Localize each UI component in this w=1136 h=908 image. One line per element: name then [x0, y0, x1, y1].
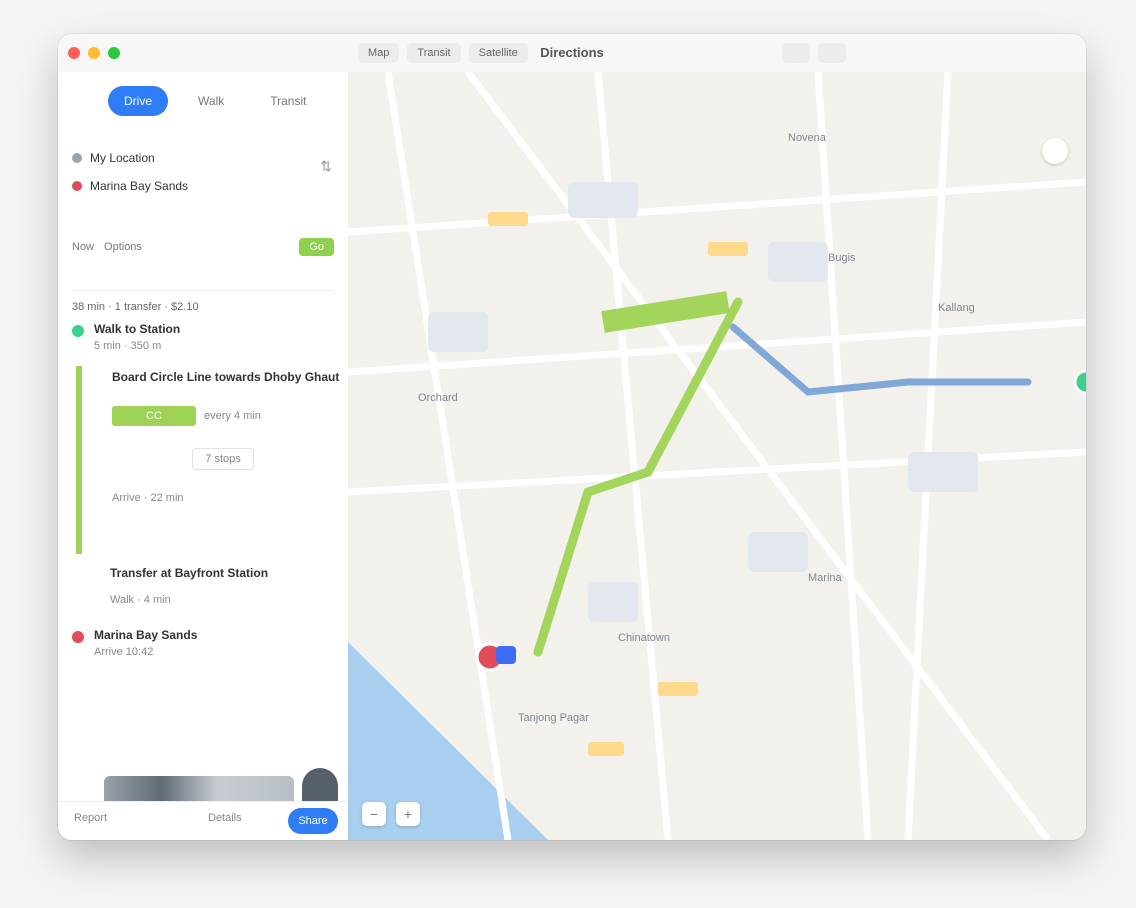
- transfer-step[interactable]: Transfer at Bayfront Station Walk · 4 mi…: [110, 566, 340, 606]
- tab-drive[interactable]: Drive: [108, 86, 169, 116]
- destination-marker-icon: [72, 631, 84, 643]
- swap-icon[interactable]: ⇅: [320, 158, 332, 175]
- start-location-marker: [1073, 369, 1086, 395]
- route-endpoints: My Location Marina Bay Sands ⇅: [72, 144, 334, 200]
- directions-sidebar: Drive Walk Transit My Location Marina Ba…: [58, 72, 349, 840]
- transit-leg-arrival: Arrive · 22 min: [112, 492, 184, 504]
- map-label-tanjong-pagar: Tanjong Pagar: [518, 712, 589, 724]
- start-step-title: Walk to Station: [94, 322, 181, 336]
- start-marker-icon: [72, 325, 84, 337]
- transfer-step-sub: Walk · 4 min: [110, 594, 171, 606]
- route-options: Now Options Go: [72, 238, 334, 256]
- start-step-sub: 5 min · 350 m: [94, 340, 162, 352]
- destination-pin-icon: [72, 181, 82, 191]
- destination-step-sub: Arrive 10:42: [94, 646, 154, 658]
- maps-window: Map Transit Satellite Directions Drive W…: [58, 34, 1086, 840]
- tab-transit[interactable]: Transit: [254, 86, 322, 116]
- destination-step-title: Marina Bay Sands: [94, 628, 198, 642]
- transit-line-badge: CC: [112, 406, 196, 426]
- show-stops-button[interactable]: 7 stops: [192, 448, 254, 470]
- map-canvas: [348, 72, 1086, 840]
- map-label-novena: Novena: [788, 132, 826, 144]
- tab-walk[interactable]: Walk: [182, 86, 240, 116]
- transfer-step-title: Transfer at Bayfront Station: [110, 566, 269, 580]
- transit-leg[interactable]: Board Circle Line towards Dhoby Ghaut CC…: [76, 366, 340, 554]
- start-step[interactable]: Walk to Station 5 min · 350 m: [72, 322, 340, 352]
- right-toolbar: [782, 43, 846, 63]
- search-icon[interactable]: [818, 43, 846, 63]
- user-location-badge: [496, 646, 516, 664]
- map-label-bugis: Bugis: [828, 252, 856, 264]
- destination-step[interactable]: Marina Bay Sands Arrive 10:42: [72, 628, 340, 658]
- sidebar-bottom-bar: Report Details Share: [58, 801, 348, 840]
- report-link[interactable]: Report: [74, 812, 107, 824]
- map-label-orchard: Orchard: [418, 392, 458, 404]
- map-label-marina: Marina: [808, 572, 842, 584]
- zoom-out-icon[interactable]: −: [362, 802, 386, 826]
- share-button[interactable]: Share: [288, 808, 338, 834]
- from-value: My Location: [90, 151, 155, 165]
- map-label-kallang: Kallang: [938, 302, 975, 314]
- title-bar: Map Transit Satellite Directions: [58, 34, 1086, 73]
- share-icon[interactable]: [782, 43, 810, 63]
- to-value: Marina Bay Sands: [90, 179, 189, 193]
- depart-time[interactable]: Now: [72, 241, 94, 253]
- go-button[interactable]: Go: [299, 238, 334, 256]
- transport-mode-tabs: Drive Walk Transit: [108, 86, 322, 116]
- route-summary: 38 min · 1 transfer · $2.10: [72, 290, 334, 313]
- route-steps: Walk to Station 5 min · 350 m Board Circ…: [72, 322, 340, 658]
- transit-leg-title: Board Circle Line towards Dhoby Ghaut: [112, 370, 340, 384]
- window-title: Directions: [540, 45, 604, 60]
- details-link[interactable]: Details: [208, 812, 242, 824]
- map-controls: − +: [362, 802, 420, 826]
- map-label-chinatown: Chinatown: [618, 632, 670, 644]
- map-view[interactable]: Orchard Novena Bugis Kallang Tanjong Pag…: [348, 72, 1086, 840]
- transit-frequency: every 4 min: [204, 410, 261, 422]
- to-field[interactable]: Marina Bay Sands: [72, 172, 334, 200]
- route-preferences[interactable]: Options: [104, 241, 142, 253]
- from-field[interactable]: My Location: [72, 144, 334, 172]
- compass-icon[interactable]: [1042, 138, 1068, 164]
- zoom-in-icon[interactable]: +: [396, 802, 420, 826]
- start-icon: [72, 153, 82, 163]
